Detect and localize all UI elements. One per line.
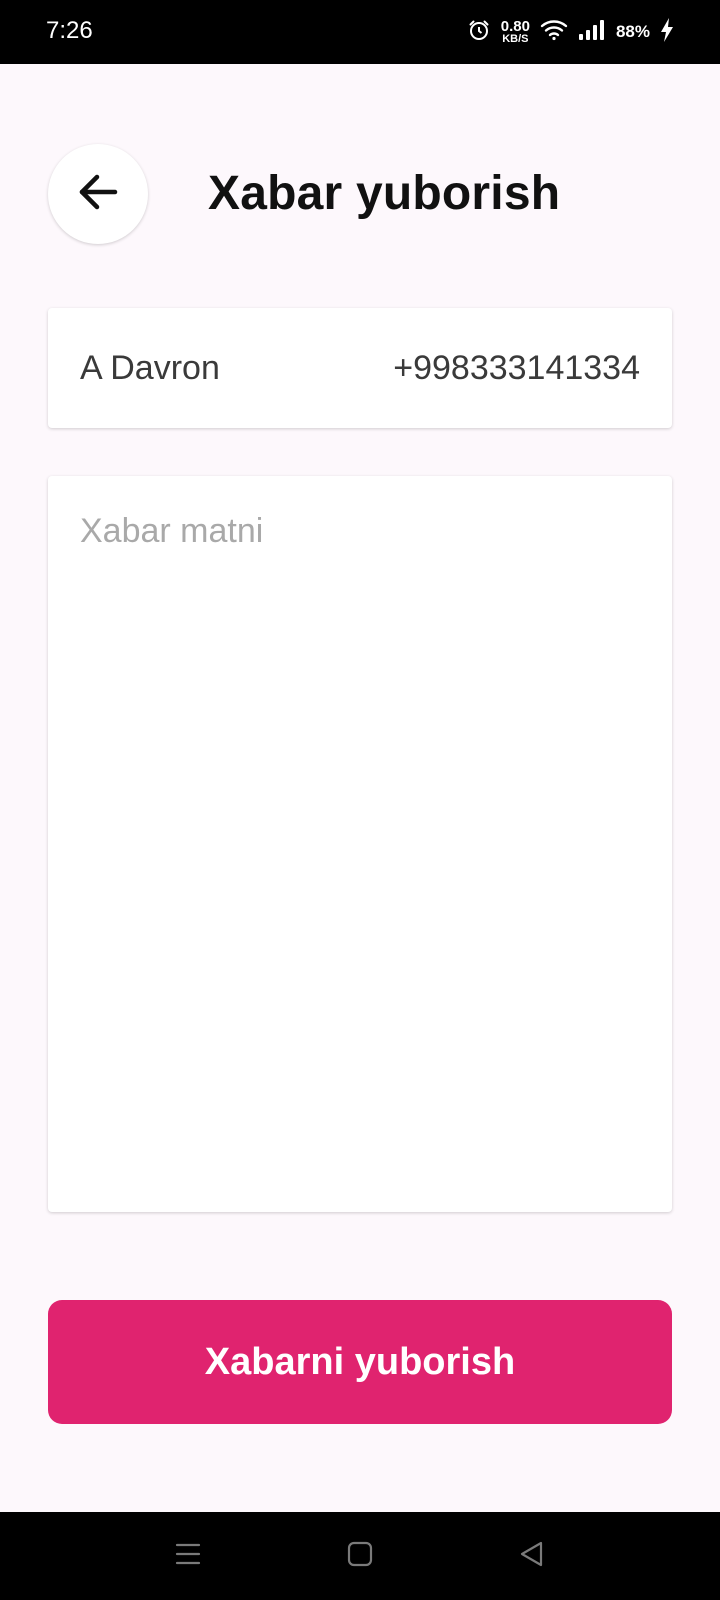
send-message-screen: Xabar yuborish A Davron +998333141334 Xa… — [0, 64, 720, 1512]
status-time: 7:26 — [46, 17, 93, 44]
menu-icon — [174, 1541, 202, 1572]
status-bar: 7:26 0.80 KB/S 88% — [0, 0, 720, 64]
page-title: Xabar yuborish — [208, 167, 561, 220]
home-icon — [346, 1540, 374, 1573]
wifi-icon — [540, 19, 568, 46]
status-icons: 0.80 KB/S 88% — [467, 14, 674, 50]
arrow-left-icon — [75, 169, 121, 220]
net-speed-value: 0.80 — [500, 18, 530, 35]
contact-name: A Davron — [80, 348, 220, 387]
back-button[interactable] — [48, 144, 148, 244]
message-input[interactable] — [48, 476, 672, 1212]
send-message-button[interactable]: Xabarni yuborish — [48, 1300, 672, 1424]
home-button[interactable] — [338, 1534, 382, 1578]
back-icon — [518, 1540, 546, 1573]
navigation-bar — [0, 1512, 720, 1600]
menu-button[interactable] — [166, 1534, 210, 1578]
contact-card: A Davron +998333141334 — [48, 308, 672, 428]
net-speed: 0.80 KB/S — [501, 19, 530, 45]
contact-phone: +998333141334 — [393, 348, 640, 387]
net-speed-unit: KB/S — [502, 33, 529, 45]
alarm-icon — [467, 18, 491, 47]
system-back-button[interactable] — [510, 1534, 554, 1578]
charging-icon — [660, 17, 674, 47]
message-box — [48, 476, 672, 1212]
signal-icon — [578, 19, 606, 46]
battery-level: 88% — [615, 22, 650, 41]
